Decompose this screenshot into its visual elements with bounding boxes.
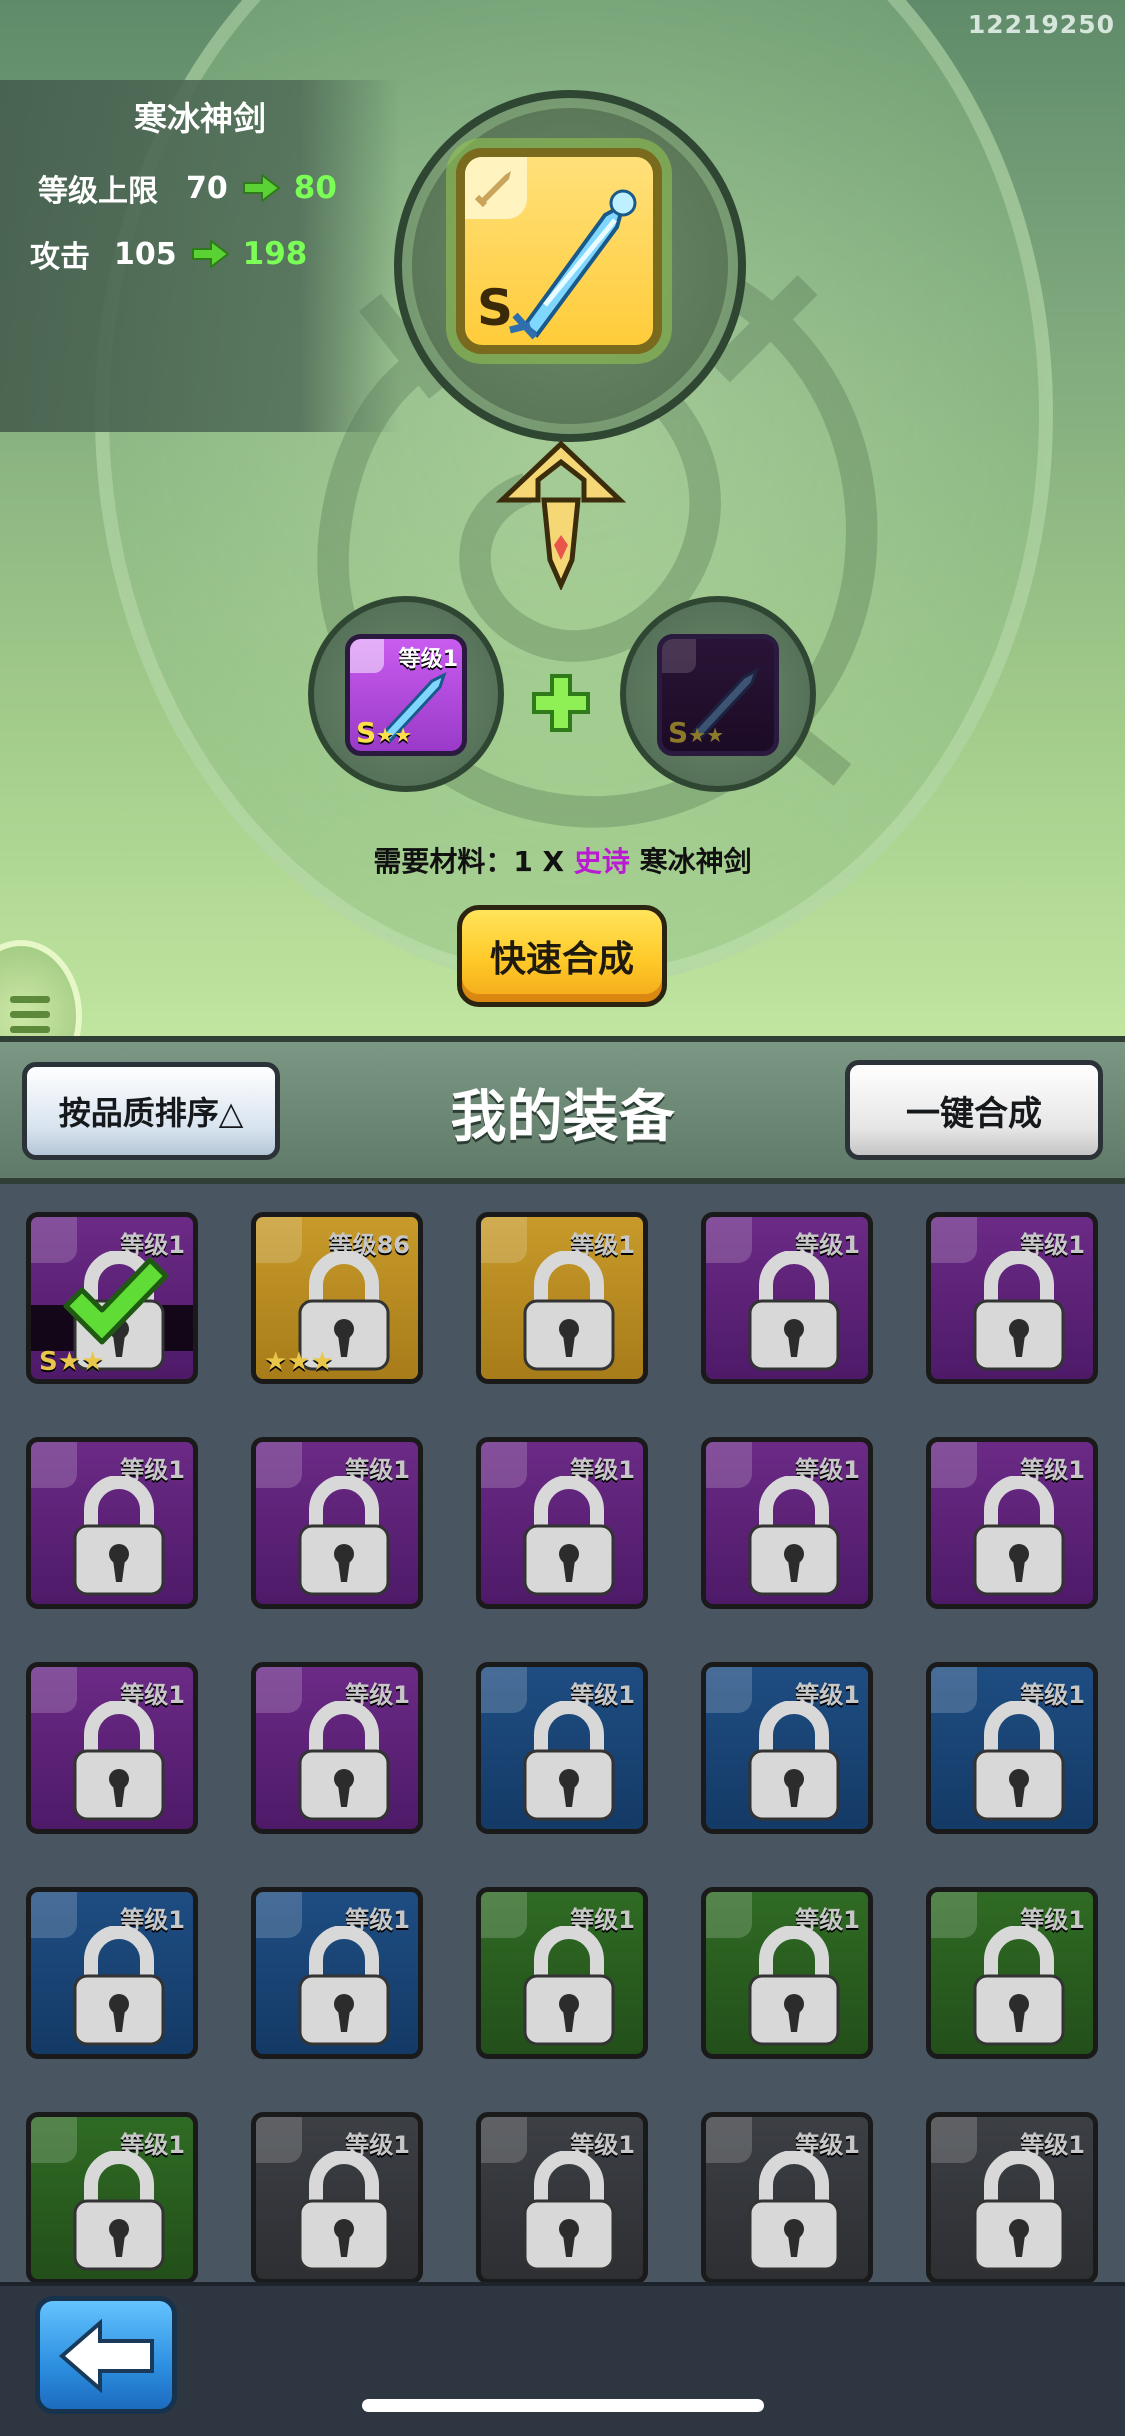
requirement-name: 寒冰神剑 <box>629 845 752 878</box>
lock-icon <box>69 2150 169 2273</box>
back-arrow-icon <box>58 2319 154 2393</box>
level-cap-to: 80 <box>293 170 337 206</box>
merge-all-button[interactable]: 一键合成 <box>845 1060 1103 1160</box>
lock-icon <box>519 1475 619 1598</box>
equipment-slot[interactable]: 等级1 <box>701 1662 873 1834</box>
lock-icon <box>744 1475 844 1598</box>
build-id: 12219250 <box>967 10 1115 39</box>
equipment-slot[interactable]: 等级1 <box>476 2112 648 2282</box>
material-card-2[interactable]: S★★ <box>657 634 779 756</box>
slot-stars: ★★★ <box>264 1347 334 1377</box>
lock-icon <box>969 1475 1069 1598</box>
stars: ★★ <box>376 723 413 747</box>
equipment-slot[interactable]: 等级1 <box>926 1887 1098 2059</box>
lock-icon <box>519 2150 619 2273</box>
quick-merge-button[interactable]: 快速合成 <box>457 905 667 1007</box>
level-cap-label: 等级上限 <box>38 174 158 209</box>
lock-icon <box>744 2150 844 2273</box>
lock-icon <box>69 1475 169 1598</box>
menu-icon <box>10 996 50 1033</box>
result-item-card[interactable]: S <box>456 148 662 354</box>
equipment-slot[interactable]: 等级86 ★★★ <box>251 1212 423 1384</box>
requirement-text: 需要材料：1 X 史诗 寒冰神剑 <box>0 840 1125 880</box>
lock-icon <box>969 1925 1069 2048</box>
lock-icon <box>744 1700 844 1823</box>
slot-rank-stars: S★★ <box>39 1347 104 1377</box>
slot-rank-stars: ★★★ <box>264 1347 334 1377</box>
material-rank: S★★ <box>668 716 724 749</box>
stars: ★★ <box>688 723 725 747</box>
level-cap-from: 70 <box>186 170 228 206</box>
item-name: 寒冰神剑 <box>134 99 266 138</box>
rank-text: S <box>668 716 689 749</box>
upgrade-arrow-icon <box>496 440 626 590</box>
requirement-quality: 史诗 <box>573 845 630 878</box>
rank-label: S <box>477 279 514 337</box>
back-button[interactable] <box>35 2296 177 2414</box>
equipment-slot[interactable]: 等级1 <box>701 2112 873 2282</box>
upgrade-panel: 12219250 寒冰神剑 等级上限 70 80 攻击 105 198 S 等级… <box>0 0 1125 1040</box>
lock-icon <box>294 2150 394 2273</box>
equipment-slot[interactable]: 等级1 <box>926 1212 1098 1384</box>
equipment-slot[interactable]: 等级1 <box>476 1887 648 2059</box>
lock-icon <box>294 1475 394 1598</box>
lock-icon <box>519 1250 619 1373</box>
equipment-slot[interactable]: 等级1 <box>476 1662 648 1834</box>
lock-icon <box>969 1700 1069 1823</box>
material-card-1[interactable]: 等级1 S★★ <box>345 634 467 756</box>
equipment-slot[interactable]: 等级1 <box>26 1437 198 1609</box>
equipment-slot[interactable]: 等级1 <box>476 1437 648 1609</box>
lock-icon <box>744 1250 844 1373</box>
lock-icon <box>969 2150 1069 2273</box>
equipment-slot[interactable]: 等级1 <box>701 1212 873 1384</box>
checkmark-icon <box>60 1254 170 1350</box>
equipment-grid: 等级1装备中S★★等级86★★★等级1等级1等级1等级1等级1等级1等级1等级1… <box>0 1184 1125 2282</box>
requirement-prefix: 需要材料：1 X <box>373 845 574 878</box>
lock-icon <box>744 1925 844 2048</box>
equipment-slot[interactable]: 等级1 <box>701 1437 873 1609</box>
home-indicator <box>362 2399 764 2412</box>
equipment-slot[interactable]: 等级1 <box>701 1887 873 2059</box>
lock-icon <box>69 1700 169 1823</box>
attack-from: 105 <box>114 236 177 272</box>
equipment-slot[interactable]: 等级1 <box>926 1437 1098 1609</box>
lock-icon <box>519 1925 619 2048</box>
attack-row: 攻击 105 198 <box>30 232 307 276</box>
equipment-slot[interactable]: 等级1 <box>26 1662 198 1834</box>
equipment-slot[interactable]: 等级1 <box>26 1887 198 2059</box>
slot-stars: ★★ <box>57 1347 105 1377</box>
ice-sword-image <box>509 189 637 340</box>
equipment-slot[interactable]: 等级1 <box>476 1212 648 1384</box>
equipment-slot[interactable]: 等级1 <box>926 2112 1098 2282</box>
equipment-slot[interactable]: 等级1 <box>251 1662 423 1834</box>
attack-label: 攻击 <box>30 240 90 275</box>
slot-rank: S <box>39 1347 58 1377</box>
rank-text: S <box>356 716 377 749</box>
lock-icon <box>294 1925 394 2048</box>
arrow-right-icon <box>242 174 280 202</box>
equipment-slot[interactable]: 等级1 <box>26 2112 198 2282</box>
equipment-slot[interactable]: 等级1 <box>251 1437 423 1609</box>
menu-button[interactable] <box>0 940 82 1040</box>
lock-icon <box>69 1925 169 2048</box>
equipment-slot[interactable]: 等级1 <box>251 2112 423 2282</box>
material-rank: S★★ <box>356 716 412 749</box>
lock-icon <box>969 1250 1069 1373</box>
lock-icon <box>519 1700 619 1823</box>
plus-icon <box>532 674 590 732</box>
equipment-slot[interactable]: 等级1 <box>251 1887 423 2059</box>
level-cap-row: 等级上限 70 80 <box>38 166 337 210</box>
equipment-slot[interactable]: 等级1 <box>926 1662 1098 1834</box>
lock-icon <box>294 1700 394 1823</box>
arrow-right-icon <box>191 240 229 268</box>
attack-to: 198 <box>242 236 308 272</box>
